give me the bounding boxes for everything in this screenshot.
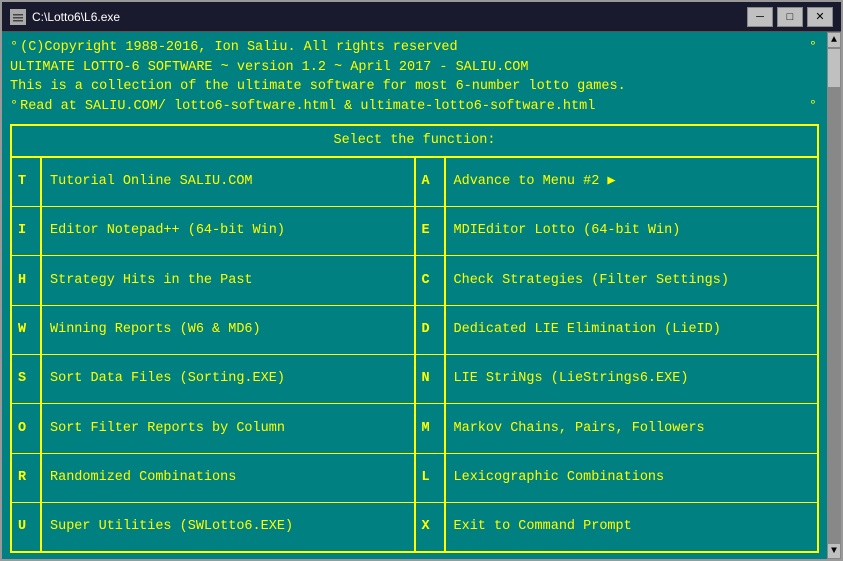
menu-left-0[interactable]: T Tutorial Online SALIU.COM: [12, 158, 416, 206]
key-left-1[interactable]: I: [12, 207, 40, 255]
key-left-2[interactable]: H: [12, 256, 40, 304]
main-window: C:\Lotto6\L6.exe ─ □ ✕ ° (C)Copyright 19…: [0, 0, 843, 561]
key-right-2[interactable]: C: [416, 256, 444, 304]
label-left-7[interactable]: Super Utilities (SWLotto6.EXE): [42, 503, 414, 551]
label-left-2[interactable]: Strategy Hits in the Past: [42, 256, 414, 304]
key-left-6[interactable]: R: [12, 454, 40, 502]
label-left-1[interactable]: Editor Notepad++ (64-bit Win): [42, 207, 414, 255]
label-left-5[interactable]: Sort Filter Reports by Column: [42, 404, 414, 452]
key-left-0[interactable]: T: [12, 158, 40, 206]
key-right-0[interactable]: A: [416, 158, 444, 206]
label-left-3[interactable]: Winning Reports (W6 & MD6): [42, 306, 414, 354]
key-left-3[interactable]: W: [12, 306, 40, 354]
menu-row-1: I Editor Notepad++ (64-bit Win) E MDIEdi…: [12, 207, 817, 256]
window-controls: ─ □ ✕: [747, 7, 833, 27]
bullet-1r: °: [809, 38, 817, 58]
key-right-6[interactable]: L: [416, 454, 444, 502]
key-right-7[interactable]: X: [416, 503, 444, 551]
menu-left-6[interactable]: R Randomized Combinations: [12, 454, 416, 502]
menu-row-7: U Super Utilities (SWLotto6.EXE) X Exit …: [12, 503, 817, 551]
window-title: C:\Lotto6\L6.exe: [32, 10, 747, 24]
menu-row-4: S Sort Data Files (Sorting.EXE) N LIE St…: [12, 355, 817, 404]
menu-box: Select the function: T Tutorial Online S…: [10, 124, 819, 553]
titlebar: C:\Lotto6\L6.exe ─ □ ✕: [2, 2, 841, 32]
label-left-4[interactable]: Sort Data Files (Sorting.EXE): [42, 355, 414, 403]
scrollbar-track[interactable]: [827, 48, 841, 543]
menu-row-3: W Winning Reports (W6 & MD6) D Dedicated…: [12, 306, 817, 355]
header-line-4: ° Read at SALIU.COM/ lotto6-software.htm…: [10, 97, 819, 117]
minimize-button[interactable]: ─: [747, 7, 773, 27]
label-right-0[interactable]: Advance to Menu #2 ▶: [446, 158, 818, 206]
header-line-2: ULTIMATE LOTTO-6 SOFTWARE ~ version 1.2 …: [10, 58, 819, 78]
menu-left-7[interactable]: U Super Utilities (SWLotto6.EXE): [12, 503, 416, 551]
label-right-7[interactable]: Exit to Command Prompt: [446, 503, 818, 551]
key-right-4[interactable]: N: [416, 355, 444, 403]
header-line-1: ° (C)Copyright 1988-2016, Ion Saliu. All…: [10, 38, 819, 58]
menu-right-1[interactable]: E MDIEditor Lotto (64-bit Win): [416, 207, 818, 255]
menu-left-4[interactable]: S Sort Data Files (Sorting.EXE): [12, 355, 416, 403]
menu-row-5: O Sort Filter Reports by Column M Markov…: [12, 404, 817, 453]
menu-left-3[interactable]: W Winning Reports (W6 & MD6): [12, 306, 416, 354]
menu-row-2: H Strategy Hits in the Past C Check Stra…: [12, 256, 817, 305]
scrollbar-thumb[interactable]: [827, 48, 841, 88]
menu-right-3[interactable]: D Dedicated LIE Elimination (LieID): [416, 306, 818, 354]
scrollbar: ▲ ▼: [827, 32, 841, 559]
header-text-3: This is a collection of the ultimate sof…: [10, 77, 626, 97]
menu-left-1[interactable]: I Editor Notepad++ (64-bit Win): [12, 207, 416, 255]
label-right-6[interactable]: Lexicographic Combinations: [446, 454, 818, 502]
label-left-6[interactable]: Randomized Combinations: [42, 454, 414, 502]
bullet-4: °: [10, 97, 18, 117]
bullet-4r: °: [809, 97, 817, 117]
menu-title: Select the function:: [12, 126, 817, 158]
menu-right-7[interactable]: X Exit to Command Prompt: [416, 503, 818, 551]
label-right-1[interactable]: MDIEditor Lotto (64-bit Win): [446, 207, 818, 255]
key-left-5[interactable]: O: [12, 404, 40, 452]
content-area: ° (C)Copyright 1988-2016, Ion Saliu. All…: [2, 32, 827, 559]
menu-right-2[interactable]: C Check Strategies (Filter Settings): [416, 256, 818, 304]
key-right-3[interactable]: D: [416, 306, 444, 354]
menu-left-2[interactable]: H Strategy Hits in the Past: [12, 256, 416, 304]
maximize-button[interactable]: □: [777, 7, 803, 27]
key-right-1[interactable]: E: [416, 207, 444, 255]
scroll-up-button[interactable]: ▲: [827, 32, 841, 48]
label-right-3[interactable]: Dedicated LIE Elimination (LieID): [446, 306, 818, 354]
header-text-4: Read at SALIU.COM/ lotto6-software.html …: [20, 97, 595, 117]
key-right-5[interactable]: M: [416, 404, 444, 452]
menu-row-6: R Randomized Combinations L Lexicographi…: [12, 454, 817, 503]
close-button[interactable]: ✕: [807, 7, 833, 27]
menu-left-5[interactable]: O Sort Filter Reports by Column: [12, 404, 416, 452]
menu-right-4[interactable]: N LIE StriNgs (LieStrings6.EXE): [416, 355, 818, 403]
header-text-2: ULTIMATE LOTTO-6 SOFTWARE ~ version 1.2 …: [10, 58, 528, 78]
menu-right-5[interactable]: M Markov Chains, Pairs, Followers: [416, 404, 818, 452]
menu-right-6[interactable]: L Lexicographic Combinations: [416, 454, 818, 502]
bullet-1: °: [10, 38, 18, 58]
header-text-1: (C)Copyright 1988-2016, Ion Saliu. All r…: [20, 38, 457, 58]
label-left-0[interactable]: Tutorial Online SALIU.COM: [42, 158, 414, 206]
key-left-7[interactable]: U: [12, 503, 40, 551]
label-right-2[interactable]: Check Strategies (Filter Settings): [446, 256, 818, 304]
header-line-3: This is a collection of the ultimate sof…: [10, 77, 819, 97]
menu-row-0: T Tutorial Online SALIU.COM A Advance to…: [12, 158, 817, 207]
scroll-down-button[interactable]: ▼: [827, 543, 841, 559]
menu-right-0[interactable]: A Advance to Menu #2 ▶: [416, 158, 818, 206]
key-left-4[interactable]: S: [12, 355, 40, 403]
label-right-4[interactable]: LIE StriNgs (LieStrings6.EXE): [446, 355, 818, 403]
menu-rows: T Tutorial Online SALIU.COM A Advance to…: [12, 158, 817, 551]
header-section: ° (C)Copyright 1988-2016, Ion Saliu. All…: [10, 38, 819, 116]
terminal: ° (C)Copyright 1988-2016, Ion Saliu. All…: [2, 32, 827, 559]
window-icon: [10, 9, 26, 25]
label-right-5[interactable]: Markov Chains, Pairs, Followers: [446, 404, 818, 452]
